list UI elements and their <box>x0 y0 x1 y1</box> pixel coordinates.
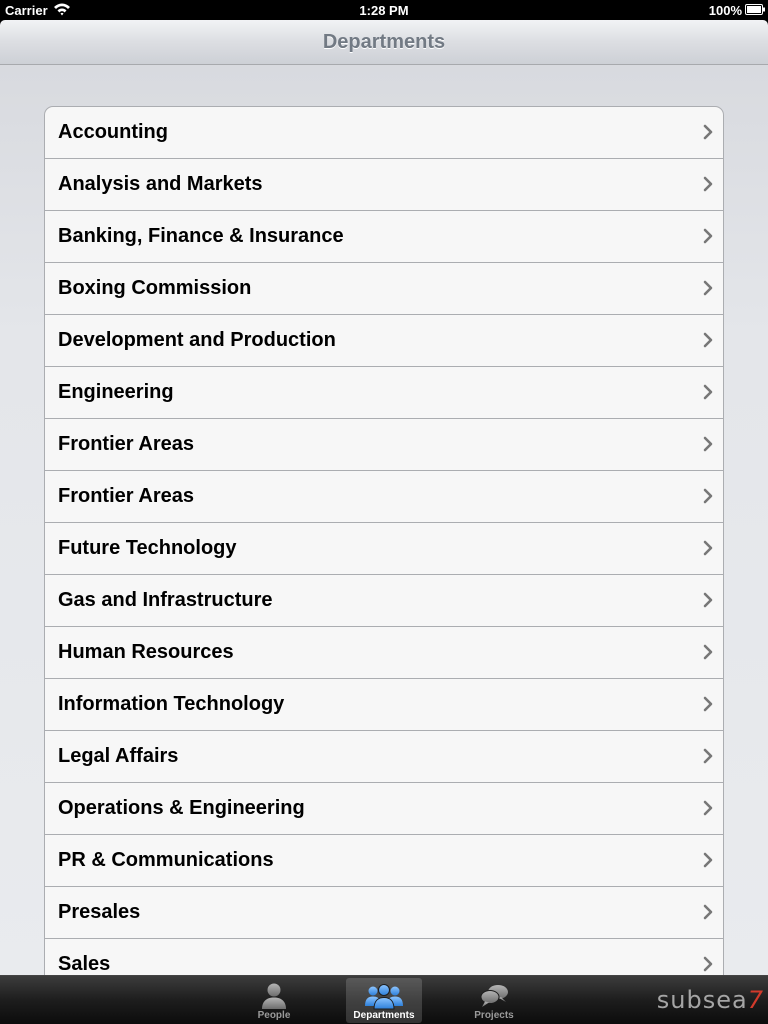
tab-people[interactable]: People <box>236 978 312 1023</box>
department-row[interactable]: Frontier Areas <box>45 470 723 522</box>
department-row[interactable]: Human Resources <box>45 626 723 678</box>
chevron-right-icon <box>703 436 713 452</box>
department-row[interactable]: Banking, Finance & Insurance <box>45 210 723 262</box>
department-label: Information Technology <box>58 693 285 715</box>
department-label: Sales <box>58 953 111 975</box>
department-label: Accounting <box>58 121 168 143</box>
department-label: Development and Production <box>58 329 336 351</box>
tab-label-people: People <box>257 1010 291 1021</box>
battery-icon <box>745 4 765 15</box>
department-row[interactable]: Engineering <box>45 366 723 418</box>
department-label: Engineering <box>58 381 174 403</box>
brand-mark: 7 <box>747 986 764 1014</box>
chevron-right-icon <box>703 124 713 140</box>
department-label: Legal Affairs <box>58 745 179 767</box>
chevron-right-icon <box>703 332 713 348</box>
chevron-right-icon <box>703 904 713 920</box>
tab-label-departments: Departments <box>353 1010 415 1021</box>
page-title: Departments <box>322 31 446 53</box>
department-row[interactable]: Development and Production <box>45 314 723 366</box>
tab-bar: People Departments Projects subsea7 <box>0 975 768 1024</box>
department-row[interactable]: Operations & Engineering <box>45 782 723 834</box>
chevron-right-icon <box>703 384 713 400</box>
group-icon <box>365 984 403 1010</box>
tab-departments[interactable]: Departments <box>346 978 422 1023</box>
department-row[interactable]: PR & Communications <box>45 834 723 886</box>
department-label: Presales <box>58 901 141 923</box>
ipad-screen: Carrier 1:28 PM 100% Departments Account… <box>0 0 768 1024</box>
department-label: PR & Communications <box>58 849 274 871</box>
status-time: 1:28 PM <box>359 3 409 18</box>
chevron-right-icon <box>703 176 713 192</box>
content-area[interactable]: Accounting Analysis and Markets Banking, F… <box>0 65 768 975</box>
department-label: Future Technology <box>58 537 237 559</box>
department-row[interactable]: Frontier Areas <box>45 418 723 470</box>
department-label: Banking, Finance & Insurance <box>58 225 344 247</box>
brand-logo: subsea7 <box>657 986 764 1014</box>
department-row[interactable]: Future Technology <box>45 522 723 574</box>
department-label: Analysis and Markets <box>58 173 263 195</box>
battery-percent: 100% <box>708 3 742 18</box>
department-label: Frontier Areas <box>58 485 194 507</box>
chevron-right-icon <box>703 696 713 712</box>
chevron-right-icon <box>703 800 713 816</box>
department-row[interactable]: Information Technology <box>45 678 723 730</box>
tab-projects[interactable]: Projects <box>456 978 532 1023</box>
tab-label-projects: Projects <box>474 1010 514 1021</box>
chevron-right-icon <box>703 644 713 660</box>
speech-bubbles-icon <box>480 985 508 1007</box>
department-row[interactable]: Gas and Infrastructure <box>45 574 723 626</box>
departments-table: Accounting Analysis and Markets Banking, F… <box>44 106 724 975</box>
department-row[interactable]: Sales <box>45 938 723 975</box>
status-bar: Carrier 1:28 PM 100% <box>0 0 768 20</box>
department-row[interactable]: Analysis and Markets <box>45 158 723 210</box>
chevron-right-icon <box>703 592 713 608</box>
department-label: Operations & Engineering <box>58 797 305 819</box>
department-row[interactable]: Legal Affairs <box>45 730 723 782</box>
person-icon <box>262 983 286 1009</box>
chevron-right-icon <box>703 540 713 556</box>
department-label: Human Resources <box>58 641 234 663</box>
brand-text: subsea <box>656 986 748 1014</box>
chevron-right-icon <box>703 852 713 868</box>
department-row[interactable]: Boxing Commission <box>45 262 723 314</box>
chevron-right-icon <box>703 280 713 296</box>
chevron-right-icon <box>703 748 713 764</box>
department-label: Boxing Commission <box>58 277 252 299</box>
chevron-right-icon <box>703 956 713 972</box>
chevron-right-icon <box>703 488 713 504</box>
department-row[interactable]: Presales <box>45 886 723 938</box>
chevron-right-icon <box>703 228 713 244</box>
department-label: Gas and Infrastructure <box>58 589 273 611</box>
navigation-bar: Departments <box>0 20 768 65</box>
department-label: Frontier Areas <box>58 433 194 455</box>
department-row[interactable]: Accounting <box>45 107 723 158</box>
